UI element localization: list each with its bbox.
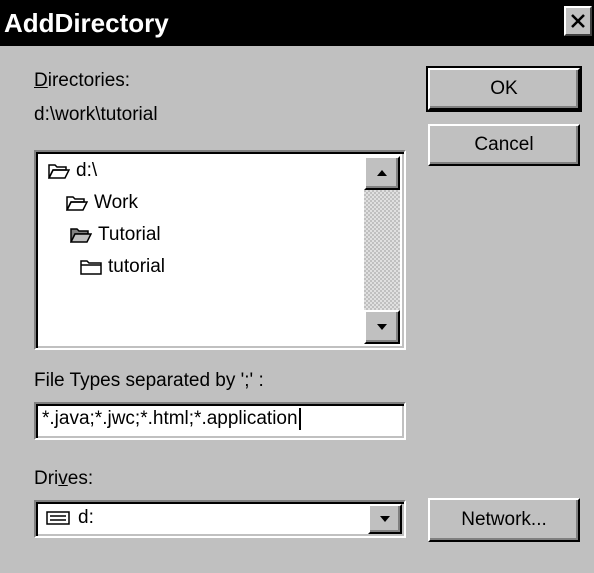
drives-label-mnemonic: v [58,468,68,489]
arrow-up-icon [377,170,387,176]
drives-selected-value: d: [78,507,94,528]
file-types-text: *.java;*.jwc;*.html;*.application [42,408,298,430]
add-directory-dialog: AddDirectory Directories: d:\work\tutori… [0,0,594,573]
network-button[interactable]: Network... [428,498,580,542]
drive-icon [46,511,70,525]
directories-label-rest: irectories: [47,70,131,91]
cancel-button[interactable]: Cancel [428,124,580,166]
directories-label: Directories: [34,70,130,92]
directory-item[interactable]: tutorial [80,256,165,278]
file-types-value: *.java;*.jwc;*.html;*.application [42,408,301,430]
drives-label-part: es: [67,468,94,489]
drives-selected: d: [46,507,94,529]
drives-label-part: Dri [34,468,59,489]
close-button[interactable] [564,6,592,36]
file-types-input[interactable]: *.java;*.jwc;*.html;*.application [34,402,406,440]
title-bar[interactable]: AddDirectory [0,0,594,46]
file-types-label: File Types separated by ';' : [34,370,264,391]
directory-list[interactable]: d:\ Work Tutorial tutorial [34,150,406,350]
close-icon [571,14,585,28]
open-folder-icon [48,164,70,179]
scroll-up-button[interactable] [364,156,400,190]
arrow-down-icon [377,324,387,330]
directory-item-label: Work [94,192,138,213]
directory-scrollbar[interactable] [364,156,400,344]
closed-folder-icon [80,260,102,275]
open-folder-icon [66,196,88,211]
drives-select[interactable]: d: [34,500,406,538]
dialog-title: AddDirectory [4,8,169,38]
directories-label-mnemonic: D [34,70,48,91]
chevron-down-icon [380,516,390,522]
directory-item[interactable]: Work [66,192,138,214]
ok-button[interactable]: OK [426,66,582,112]
directory-item-label: d:\ [76,160,98,181]
drives-label: Drives: [34,468,93,490]
drives-dropdown-button[interactable] [368,504,402,534]
scroll-down-button[interactable] [364,310,400,344]
current-path: d:\work\tutorial [34,104,158,125]
directory-item[interactable]: d:\ [48,160,97,182]
open-folder-filled-icon [70,228,92,243]
directory-item-label: tutorial [108,256,166,277]
directory-item-label: Tutorial [98,224,161,245]
directory-item[interactable]: Tutorial [70,224,161,246]
text-caret [298,408,301,430]
